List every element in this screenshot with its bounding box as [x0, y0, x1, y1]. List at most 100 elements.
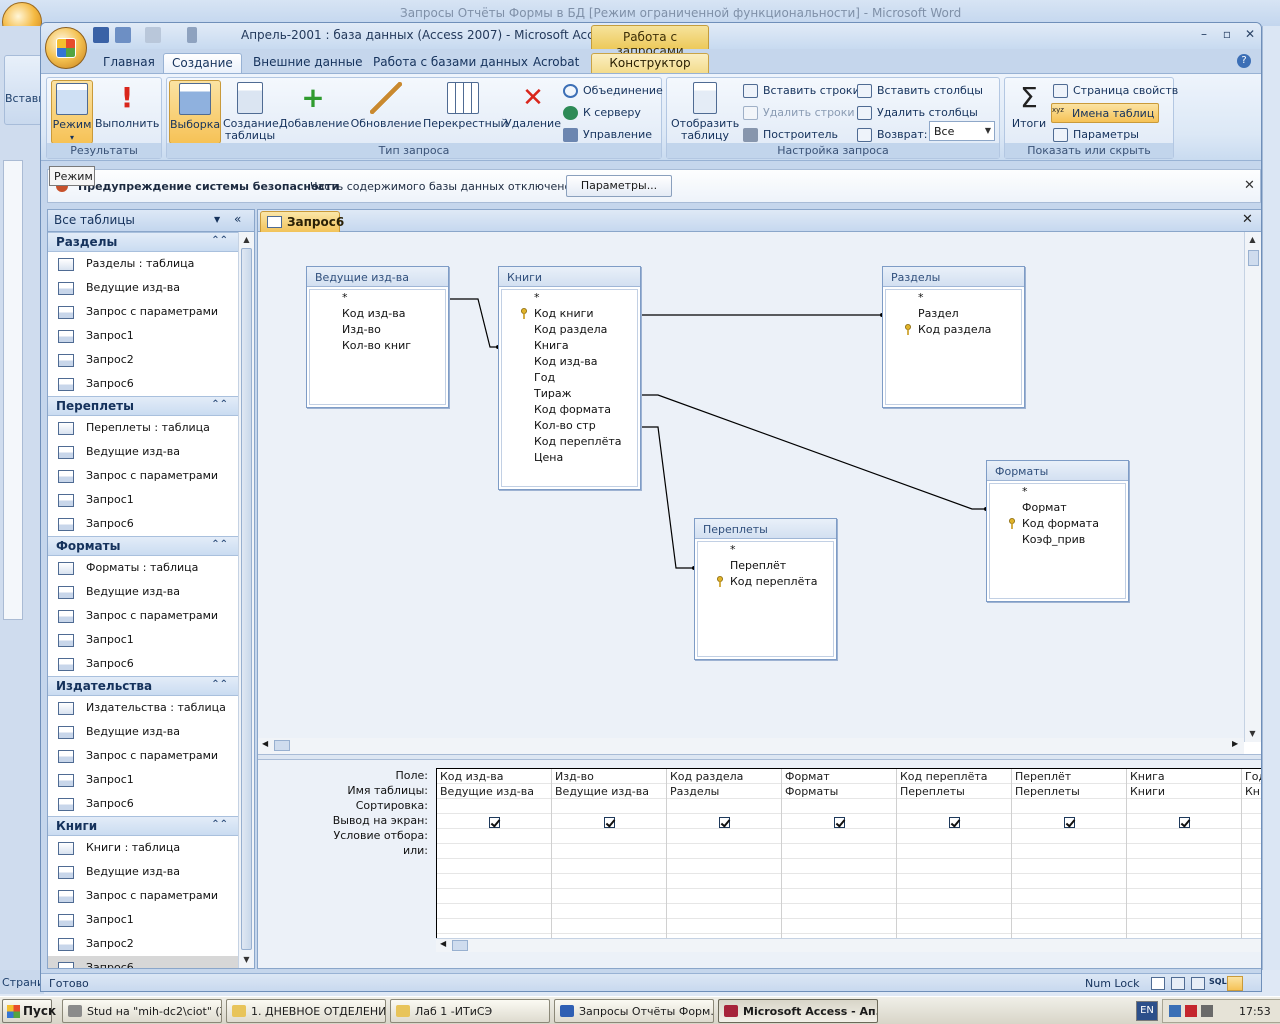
- nav-item[interactable]: Ведущие изд-ва: [48, 580, 238, 604]
- scroll-left-icon[interactable]: ◀: [440, 939, 446, 948]
- query-tab[interactable]: Запрос6: [260, 211, 344, 232]
- data-definition-button[interactable]: Управление: [563, 125, 652, 145]
- nav-item[interactable]: Запрос с параметрами: [48, 884, 238, 908]
- grid-sort-cell[interactable]: [1127, 799, 1241, 814]
- taskbar-item-drive[interactable]: Stud на "mih-dc2\ciot" (Z:): [62, 999, 222, 1023]
- grid-show-cell[interactable]: [1127, 814, 1241, 829]
- field-item[interactable]: Код изд-ва: [502, 354, 637, 370]
- grid-empty-cell[interactable]: [1012, 874, 1126, 889]
- grid-empty-cell[interactable]: [782, 889, 896, 904]
- grid-empty-cell[interactable]: [1127, 859, 1241, 874]
- field-item[interactable]: *: [886, 290, 1021, 306]
- insert-columns-button[interactable]: Вставить столбцы: [857, 81, 983, 101]
- show-checkbox[interactable]: [488, 816, 500, 828]
- run-button[interactable]: ! Выполнить: [95, 80, 159, 144]
- grid-empty-cell[interactable]: [897, 889, 1011, 904]
- chevron-down-icon[interactable]: ▼: [214, 215, 220, 224]
- make-table-button[interactable]: Создание таблицы: [223, 80, 279, 144]
- tab-external-data[interactable]: Внешние данные: [245, 53, 370, 73]
- grid-criteria-cell[interactable]: [1012, 829, 1126, 844]
- return-select[interactable]: Все ▼: [929, 121, 995, 141]
- field-item[interactable]: Изд-во: [310, 322, 445, 338]
- grid-criteria-cell[interactable]: [667, 829, 781, 844]
- minimize-button[interactable]: –: [1193, 25, 1215, 43]
- grid-criteria-cell[interactable]: [782, 829, 896, 844]
- nav-item[interactable]: Запрос1: [48, 324, 238, 348]
- grid-empty-cell[interactable]: [667, 904, 781, 919]
- grid-field-cell[interactable]: Год: [1242, 769, 1261, 784]
- grid-or-cell[interactable]: [782, 844, 896, 859]
- nav-item[interactable]: Запрос с параметрами: [48, 300, 238, 324]
- taskbar-item-folder2[interactable]: Лаб 1 -ИТиСЭ: [390, 999, 550, 1023]
- scroll-thumb[interactable]: [1248, 250, 1259, 266]
- grid-or-cell[interactable]: [437, 844, 551, 859]
- grid-sort-cell[interactable]: [1242, 799, 1261, 814]
- security-options-button[interactable]: Параметры...: [566, 175, 672, 197]
- field-item[interactable]: Коэф_прив: [990, 532, 1125, 548]
- grid-show-cell[interactable]: [1012, 814, 1126, 829]
- undo-icon[interactable]: [115, 27, 131, 43]
- field-item[interactable]: *: [310, 290, 445, 306]
- scroll-up-icon[interactable]: ▲: [1245, 232, 1260, 248]
- delete-query-button[interactable]: ✕ Удаление: [505, 80, 561, 144]
- field-item[interactable]: Кол-во стр: [502, 418, 637, 434]
- word-paste-button[interactable]: Вставить: [4, 55, 58, 125]
- grid-sort-cell[interactable]: [1012, 799, 1126, 814]
- nav-item[interactable]: Запрос6: [48, 512, 238, 536]
- field-item[interactable]: Цена: [502, 450, 637, 466]
- nav-item[interactable]: Запрос6: [48, 372, 238, 396]
- grid-horizontal-scrollbar[interactable]: ◀ ▶: [436, 938, 1261, 952]
- grid-or-cell[interactable]: [1012, 844, 1126, 859]
- nav-item[interactable]: Запрос с параметрами: [48, 744, 238, 768]
- grid-empty-cell[interactable]: [897, 874, 1011, 889]
- scroll-down-icon[interactable]: ▼: [1245, 726, 1260, 742]
- tab-home[interactable]: Главная: [95, 53, 163, 73]
- grid-show-cell[interactable]: [782, 814, 896, 829]
- table-names-button[interactable]: xyz Имена таблиц: [1051, 103, 1160, 123]
- grid-empty-cell[interactable]: [897, 859, 1011, 874]
- grid-or-cell[interactable]: [897, 844, 1011, 859]
- field-item[interactable]: Раздел: [886, 306, 1021, 322]
- grid-sort-cell[interactable]: [667, 799, 781, 814]
- grid-empty-cell[interactable]: [552, 859, 666, 874]
- append-query-button[interactable]: + Добавление: [279, 80, 349, 144]
- collapse-chevron-icon[interactable]: ⌃⌃: [211, 679, 228, 690]
- grid-show-cell[interactable]: [897, 814, 1011, 829]
- field-item[interactable]: Год: [502, 370, 637, 386]
- grid-empty-cell[interactable]: [552, 919, 666, 934]
- grid-criteria-cell[interactable]: [552, 829, 666, 844]
- taskbar-item-folder1[interactable]: 1. ДНЕВНОЕ ОТДЕЛЕНИЕ: [226, 999, 386, 1023]
- grid-field-cell[interactable]: Код переплёта: [897, 769, 1011, 784]
- antivirus-icon[interactable]: [1185, 1005, 1197, 1017]
- nav-item[interactable]: Ведущие изд-ва: [48, 860, 238, 884]
- show-table-button[interactable]: Отобразить таблицу: [671, 80, 739, 144]
- grid-empty-cell[interactable]: [437, 919, 551, 934]
- grid-empty-cell[interactable]: [667, 889, 781, 904]
- help-icon[interactable]: ?: [1237, 54, 1251, 68]
- field-list-formaty[interactable]: Форматы * Формат Код формата Коэф_прив: [986, 460, 1129, 602]
- scroll-up-icon[interactable]: ▲: [239, 232, 254, 248]
- grid-empty-cell[interactable]: [437, 904, 551, 919]
- sql-view-icon[interactable]: SQL: [1209, 977, 1227, 986]
- grid-empty-cell[interactable]: [552, 904, 666, 919]
- delete-rows-button[interactable]: Удалить строки: [743, 103, 855, 123]
- field-item[interactable]: *: [502, 290, 637, 306]
- taskbar-item-access[interactable]: Microsoft Access - Ап...: [718, 999, 878, 1023]
- field-item[interactable]: Книга: [502, 338, 637, 354]
- nav-item[interactable]: Запрос6: [48, 792, 238, 816]
- collapse-chevron-icon[interactable]: ⌃⌃: [211, 819, 228, 830]
- insert-rows-button[interactable]: Вставить строки: [743, 81, 860, 101]
- nav-scrollbar[interactable]: ▲ ▼: [238, 232, 254, 968]
- grid-show-cell[interactable]: [667, 814, 781, 829]
- collapse-chevron-icon[interactable]: ⌃⌃: [211, 399, 228, 410]
- grid-empty-cell[interactable]: [1012, 919, 1126, 934]
- grid-field-cell[interactable]: Переплёт: [1012, 769, 1126, 784]
- grid-empty-cell[interactable]: [897, 904, 1011, 919]
- grid-empty-cell[interactable]: [1127, 874, 1241, 889]
- scroll-thumb[interactable]: [274, 740, 290, 751]
- grid-table-cell[interactable]: Ведущие изд-ва: [552, 784, 666, 799]
- grid-empty-cell[interactable]: [437, 874, 551, 889]
- builder-button[interactable]: Построитель: [743, 125, 838, 145]
- field-item[interactable]: Код формата: [990, 516, 1125, 532]
- field-list-razdely[interactable]: Разделы * Раздел Код раздела: [882, 266, 1025, 408]
